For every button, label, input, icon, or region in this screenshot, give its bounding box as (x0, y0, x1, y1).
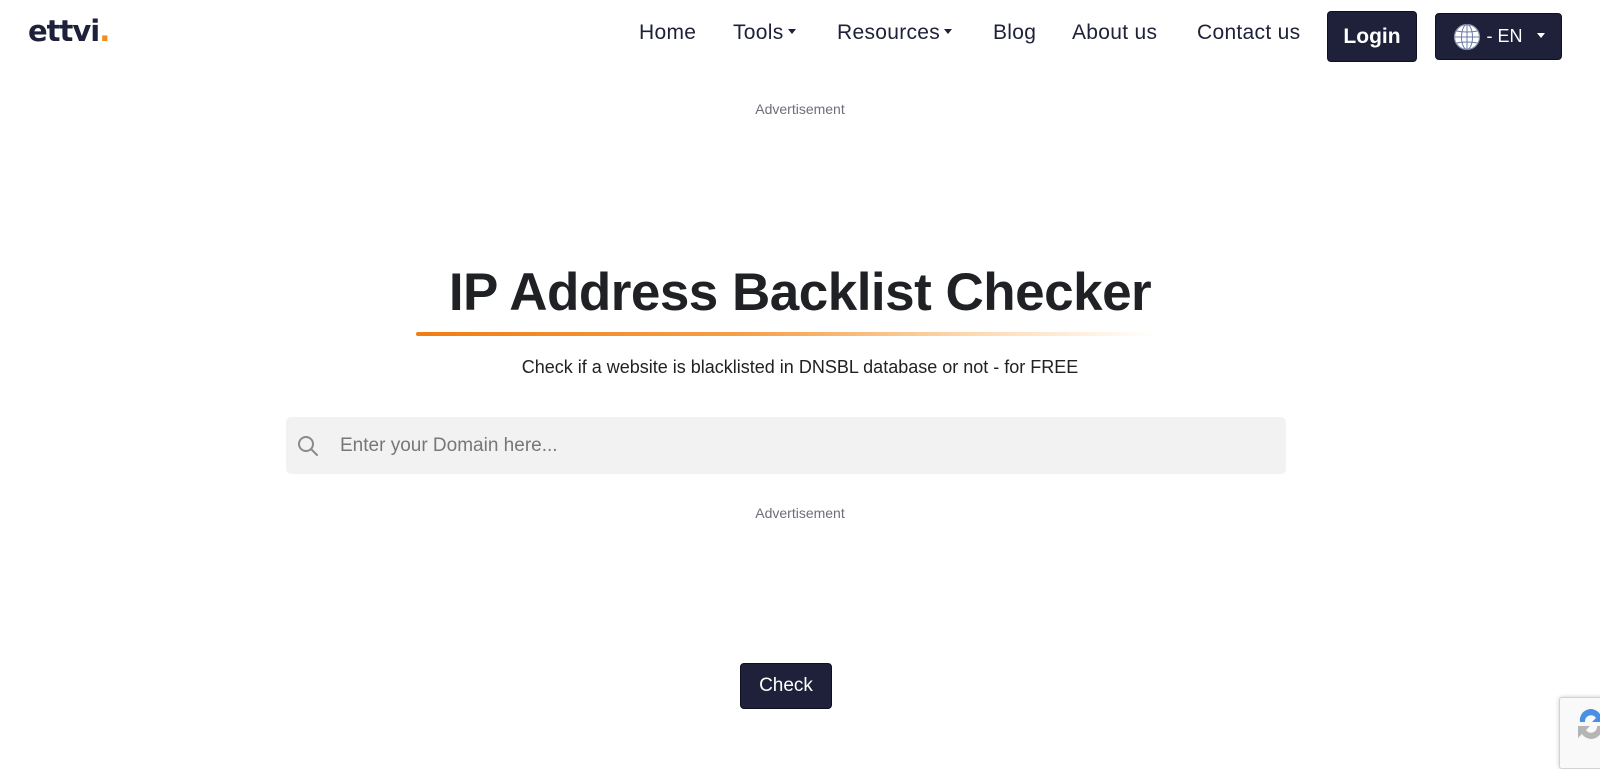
caret-down-icon (1536, 32, 1545, 38)
globe-icon (1453, 23, 1480, 50)
caret-down-icon (787, 29, 796, 35)
domain-search-box[interactable] (286, 417, 1286, 474)
nav-tools-label: Tools (733, 21, 784, 44)
nav-resources[interactable]: Resources (837, 21, 953, 45)
language-label: - EN (1486, 26, 1523, 46)
advertisement-label-top: Advertisement (755, 101, 845, 117)
title-underline (416, 332, 1156, 336)
logo-dot: . (99, 14, 110, 48)
top-navbar: ettvi. Home Tools Resources Blog About u… (0, 0, 1600, 72)
caret-down-icon (944, 29, 953, 35)
nav-tools[interactable]: Tools (733, 21, 796, 45)
nav-blog[interactable]: Blog (993, 21, 1036, 45)
domain-input[interactable] (338, 433, 1242, 458)
nav-resources-label: Resources (837, 21, 941, 44)
recaptcha-badge[interactable] (1559, 697, 1600, 769)
nav-home[interactable]: Home (639, 21, 696, 45)
recaptcha-icon (1578, 709, 1600, 739)
page-subtitle: Check if a website is blacklisted in DNS… (521, 357, 1079, 377)
advertisement-label-bottom: Advertisement (755, 505, 845, 521)
nav-about-us[interactable]: About us (1072, 21, 1157, 45)
page-title: IP Address Backlist Checker (448, 263, 1152, 322)
ettvi-logo[interactable]: ettvi. (28, 14, 110, 48)
logo-text: ettvi (28, 14, 100, 48)
login-button[interactable]: Login (1327, 11, 1417, 62)
language-selector[interactable]: - EN (1435, 13, 1562, 60)
check-button[interactable]: Check (740, 663, 832, 709)
search-icon (298, 435, 318, 456)
nav-contact-us[interactable]: Contact us (1197, 21, 1300, 45)
